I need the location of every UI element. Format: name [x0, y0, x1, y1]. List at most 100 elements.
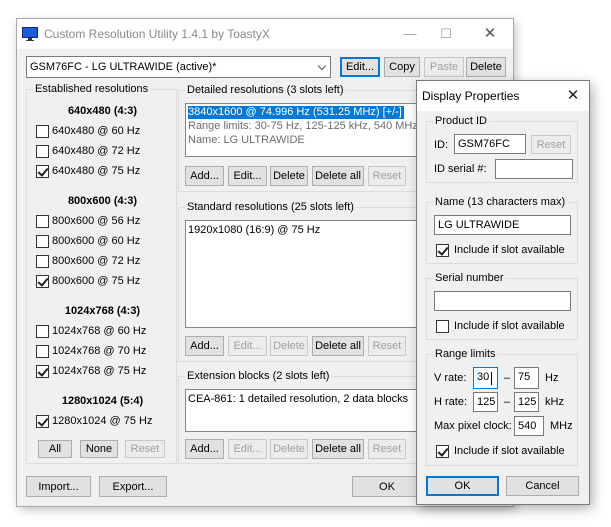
standard-edit-button[interactable]: Edit...	[228, 336, 267, 356]
app-monitor-icon	[22, 27, 38, 41]
serial-number-field[interactable]	[434, 291, 571, 311]
serial-include-label: Include if slot available	[454, 320, 565, 332]
id-label: ID:	[434, 139, 449, 151]
standard-resolutions-group: Standard resolutions (25 slots left) 192…	[178, 201, 436, 362]
max-pixel-clock-label: Max pixel clock:	[434, 420, 512, 432]
main-title: Custom Resolution Utility 1.4.1 by Toast…	[44, 27, 270, 41]
h-rate-max-field[interactable]: 125	[514, 392, 539, 412]
name-group: Name (13 characters max) LG ULTRAWIDE In…	[426, 196, 578, 264]
resolution-checkbox[interactable]	[36, 215, 49, 228]
detailed-reset-button[interactable]: Reset	[368, 166, 406, 186]
max-pixel-clock-field[interactable]: 540	[514, 416, 544, 436]
v-rate-dash: –	[504, 372, 511, 384]
export-button[interactable]: Export...	[99, 476, 167, 497]
import-button[interactable]: Import...	[26, 476, 91, 497]
list-item[interactable]: CEA-861: 1 detailed resolution, 2 data b…	[188, 393, 408, 406]
resolution-checkbox[interactable]	[36, 145, 49, 158]
resolution-label: 1280x1024 @ 75 Hz	[52, 415, 153, 427]
detailed-add-button[interactable]: Add...	[185, 166, 224, 186]
text-caret	[491, 372, 492, 385]
serial-include-checkbox[interactable]	[436, 320, 449, 333]
h-rate-dash: –	[504, 396, 511, 408]
extension-reset-button[interactable]: Reset	[368, 439, 406, 459]
detailed-listbox[interactable]: 3840x1600 @ 74.996 Hz (531.25 MHz) [+/-]…	[185, 103, 433, 157]
none-button[interactable]: None	[80, 440, 118, 458]
minimize-icon[interactable]: —	[400, 25, 420, 43]
id-serial-label: ID serial #:	[434, 163, 487, 175]
resolution-label: 640x480 @ 75 Hz	[52, 165, 141, 177]
dialog-title: Display Properties	[422, 89, 520, 103]
h-rate-label: H rate:	[434, 396, 468, 408]
serial-number-label: Serial number	[433, 272, 506, 284]
v-rate-unit: Hz	[545, 372, 559, 384]
id-field[interactable]: GSM76FC	[454, 134, 526, 154]
resolution-label: 1024x768 @ 60 Hz	[52, 325, 147, 337]
edit-monitor-button[interactable]: Edit...	[340, 57, 380, 77]
dialog-cancel-button[interactable]: Cancel	[506, 476, 579, 496]
close-icon[interactable]: ✕	[480, 25, 500, 43]
extension-edit-button[interactable]: Edit...	[228, 439, 267, 459]
resolution-checkbox[interactable]	[36, 325, 49, 338]
display-properties-dialog: Display Properties ✕ Product ID ID: GSM7…	[417, 81, 589, 504]
range-limits-group: Range limits V rate: 30 – 75 Hz H rate: …	[426, 348, 578, 466]
detailed-edit-button[interactable]: Edit...	[228, 166, 267, 186]
id-reset-button[interactable]: Reset	[531, 135, 571, 154]
all-button[interactable]: All	[38, 440, 72, 458]
monitor-select-value: GSM76FC - LG ULTRAWIDE (active)*	[30, 61, 217, 73]
monitor-select[interactable]: GSM76FC - LG ULTRAWIDE (active)*	[26, 56, 331, 78]
range-limits-label: Range limits	[433, 348, 498, 360]
standard-listbox[interactable]: 1920x1080 (16:9) @ 75 Hz	[185, 220, 433, 328]
resolution-label: 640x480 @ 60 Hz	[52, 125, 141, 137]
name-include-checkbox[interactable]	[436, 244, 449, 257]
maximize-icon[interactable]: ☐	[436, 25, 456, 43]
list-item: Range limits: 30-75 Hz, 125-125 kHz, 540…	[188, 120, 418, 132]
resolution-checkbox[interactable]	[36, 165, 49, 178]
dialog-close-icon[interactable]: ✕	[563, 87, 583, 105]
max-pixel-clock-unit: MHz	[550, 420, 573, 432]
name-field[interactable]: LG ULTRAWIDE	[434, 215, 571, 235]
detailed-label: Detailed resolutions (3 slots left)	[185, 84, 346, 96]
standard-label: Standard resolutions (25 slots left)	[185, 201, 356, 213]
paste-button[interactable]: Paste	[424, 57, 464, 77]
resolution-checkbox[interactable]	[36, 365, 49, 378]
resolution-checkbox[interactable]	[36, 345, 49, 358]
resolution-checkbox[interactable]	[36, 275, 49, 288]
extension-listbox[interactable]: CEA-861: 1 detailed resolution, 2 data b…	[185, 389, 433, 432]
name-label: Name (13 characters max)	[433, 196, 568, 208]
resolution-label: 800x600 @ 75 Hz	[52, 275, 141, 287]
established-reset-button[interactable]: Reset	[125, 440, 165, 458]
name-include-label: Include if slot available	[454, 244, 565, 256]
main-titlebar[interactable]: Custom Resolution Utility 1.4.1 by Toast…	[17, 19, 513, 49]
v-rate-min-field[interactable]: 30	[473, 367, 498, 389]
standard-delete-button[interactable]: Delete	[270, 336, 308, 356]
resolution-checkbox[interactable]	[36, 235, 49, 248]
established-label: Established resolutions	[33, 83, 151, 95]
standard-add-button[interactable]: Add...	[185, 336, 224, 356]
resolution-checkbox[interactable]	[36, 125, 49, 138]
h-rate-min-field[interactable]: 125	[473, 392, 498, 412]
detailed-delete-all-button[interactable]: Delete all	[312, 166, 364, 186]
extension-delete-button[interactable]: Delete	[270, 439, 308, 459]
dialog-titlebar[interactable]: Display Properties ✕	[417, 81, 589, 111]
main-ok-button[interactable]: OK	[352, 476, 422, 497]
copy-button[interactable]: Copy	[384, 57, 420, 77]
delete-monitor-button[interactable]: Delete	[466, 57, 506, 77]
id-serial-field[interactable]	[495, 159, 573, 179]
standard-delete-all-button[interactable]: Delete all	[312, 336, 364, 356]
list-item[interactable]: 1920x1080 (16:9) @ 75 Hz	[188, 224, 320, 237]
standard-reset-button[interactable]: Reset	[368, 336, 406, 356]
range-include-label: Include if slot available	[454, 445, 565, 457]
list-item[interactable]: 3840x1600 @ 74.996 Hz (531.25 MHz) [+/-]	[188, 106, 404, 119]
v-rate-max-field[interactable]: 75	[514, 367, 539, 389]
detailed-delete-button[interactable]: Delete	[270, 166, 308, 186]
resolution-checkbox[interactable]	[36, 415, 49, 428]
resolution-heading: 640x480 (4:3)	[67, 105, 138, 117]
serial-number-group: Serial number Include if slot available	[426, 272, 578, 340]
extension-add-button[interactable]: Add...	[185, 439, 224, 459]
resolution-label: 800x600 @ 60 Hz	[52, 235, 141, 247]
range-include-checkbox[interactable]	[436, 445, 449, 458]
dialog-ok-button[interactable]: OK	[426, 476, 499, 496]
resolution-checkbox[interactable]	[36, 255, 49, 268]
extension-delete-all-button[interactable]: Delete all	[312, 439, 364, 459]
resolution-label: 1024x768 @ 70 Hz	[52, 345, 147, 357]
